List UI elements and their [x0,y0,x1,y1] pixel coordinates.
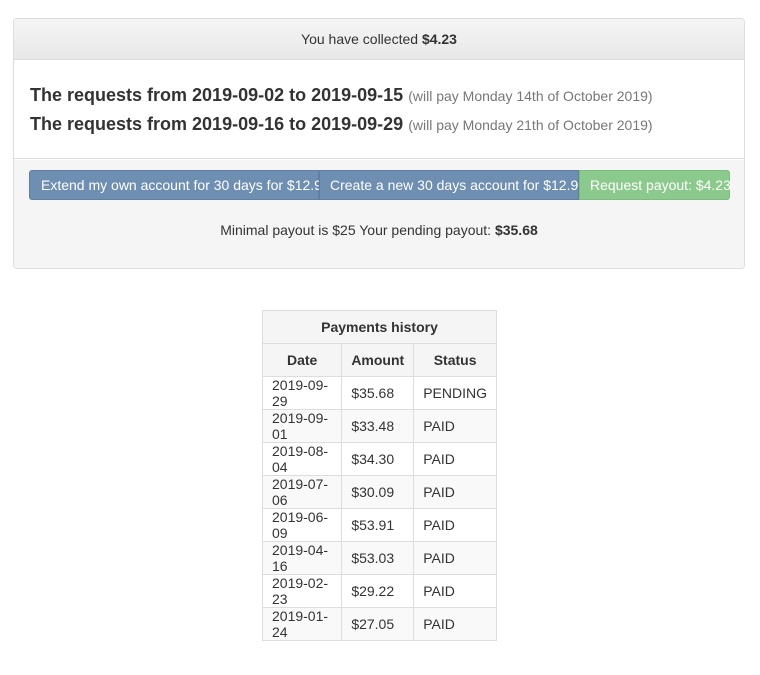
cell-amount: $35.68 [341,376,415,410]
cell-date: 2019-01-24 [261,607,343,641]
table-row: 2019-07-06 $30.09 PAID [261,475,497,509]
cell-status: PAID [413,541,497,575]
cell-amount: $53.03 [341,541,415,575]
cell-amount: $30.09 [341,475,415,509]
cell-status: PAID [413,442,497,476]
action-button-group: Extend my own account for 30 days for $1… [29,170,731,200]
request-payout-button[interactable]: Request payout: $4.23 [579,170,731,200]
column-header-amount: Amount [341,343,415,377]
table-row: 2019-02-23 $29.22 PAID [261,574,497,608]
cell-amount: $34.30 [341,442,415,476]
extend-account-button[interactable]: Extend my own account for 30 days for $1… [29,170,330,200]
request-period-2-text: The requests from 2019-09-16 to 2019-09-… [30,114,404,134]
cell-amount: $53.91 [341,508,415,542]
cell-date: 2019-02-23 [261,574,343,608]
actions-footer: Extend my own account for 30 days for $1… [14,160,744,268]
column-header-date: Date [261,343,343,377]
pending-payout-amount: $35.68 [494,222,538,238]
request-period-1-note: (will pay Monday 14th of October 2019) [408,88,653,104]
cell-date: 2019-04-16 [261,541,343,575]
cell-status: PAID [413,409,497,443]
cell-status: PAID [413,607,497,641]
request-period-2-note: (will pay Monday 21th of October 2019) [408,117,653,133]
cell-amount: $29.22 [341,574,415,608]
collected-label: You have collected [301,31,422,47]
cell-date: 2019-08-04 [261,442,343,476]
cell-status: PAID [413,475,497,509]
payments-history-table: Payments history Date Amount Status 2019… [261,310,497,641]
table-row: 2019-09-29 $35.68 PENDING [261,376,497,410]
table-row: 2019-06-09 $53.91 PAID [261,508,497,542]
collected-heading: You have collected $4.23 [14,19,744,60]
payout-info-label: Minimal payout is $25 Your pending payou… [220,222,495,238]
collected-amount: $4.23 [421,31,457,47]
column-header-status: Status [413,343,497,377]
request-period-1: The requests from 2019-09-02 to 2019-09-… [30,85,653,106]
payments-history-title: Payments history [262,310,497,344]
cell-date: 2019-09-29 [261,376,343,410]
payout-info: Minimal payout is $25 Your pending payou… [14,222,744,238]
table-row: 2019-01-24 $27.05 PAID [261,607,497,641]
request-period-2: The requests from 2019-09-16 to 2019-09-… [30,114,653,135]
table-row: 2019-09-01 $33.48 PAID [261,409,497,443]
request-period-1-text: The requests from 2019-09-02 to 2019-09-… [30,85,404,105]
table-row: 2019-08-04 $34.30 PAID [261,442,497,476]
cell-amount: $33.48 [341,409,415,443]
create-account-button[interactable]: Create a new 30 days account for $12.99 [319,170,586,200]
cell-status: PAID [413,574,497,608]
cell-amount: $27.05 [341,607,415,641]
cell-date: 2019-09-01 [261,409,343,443]
earnings-panel: You have collected $4.23 The requests fr… [13,18,745,269]
cell-status: PAID [413,508,497,542]
cell-date: 2019-06-09 [261,508,343,542]
requests-body: The requests from 2019-09-02 to 2019-09-… [14,60,744,159]
table-row: 2019-04-16 $53.03 PAID [261,541,497,575]
cell-status: PENDING [413,376,497,410]
cell-date: 2019-07-06 [261,475,343,509]
